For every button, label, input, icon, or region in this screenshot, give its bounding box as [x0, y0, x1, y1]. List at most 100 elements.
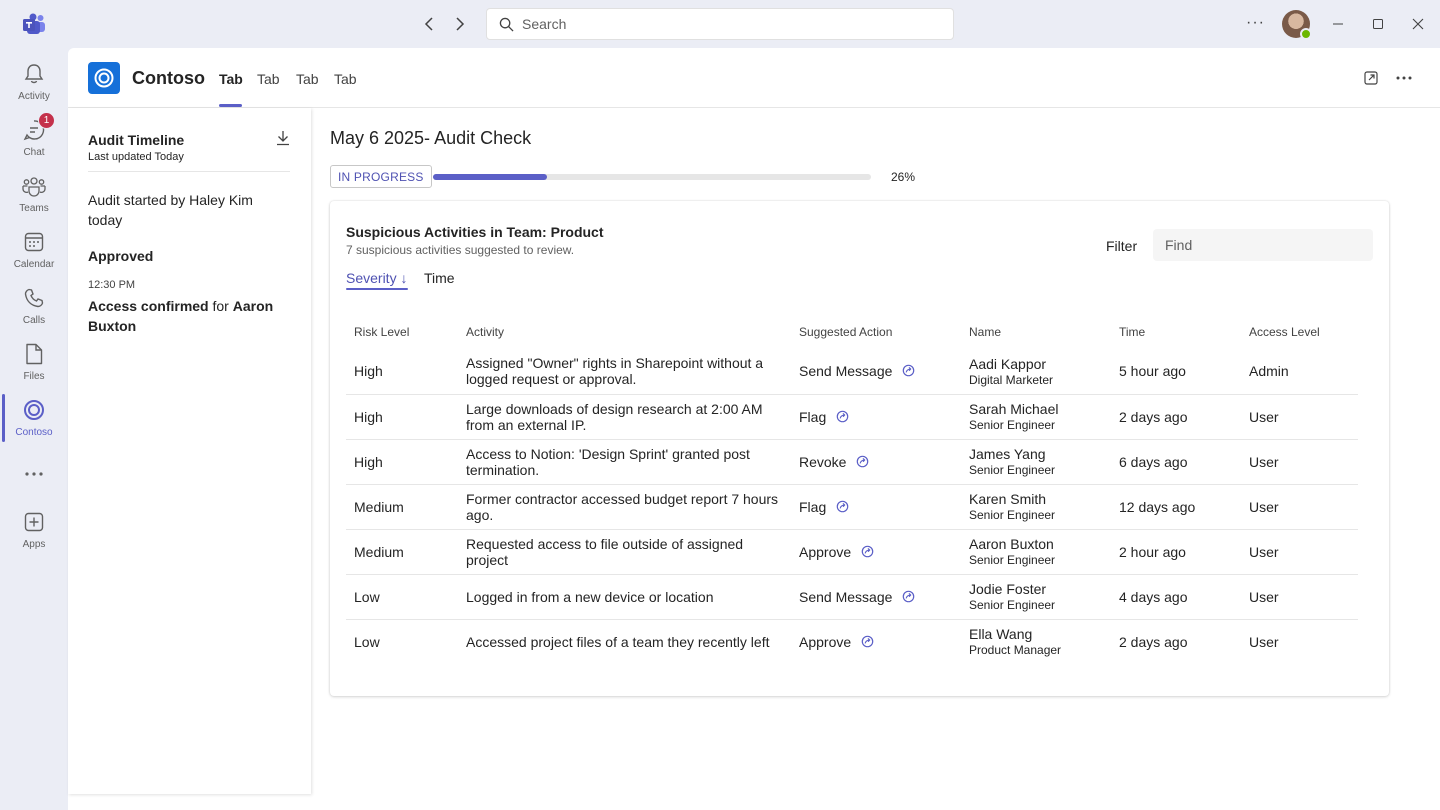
suggested-action-button[interactable]: Approve [799, 634, 961, 650]
name-cell: James Yang Senior Engineer [961, 439, 1111, 485]
suggested-action-button[interactable]: Send Message [799, 363, 961, 379]
close-icon[interactable] [1408, 14, 1428, 34]
person-name[interactable]: Aadi Kappor [969, 356, 1111, 373]
access-level-cell: User [1241, 394, 1358, 440]
rail-item-files[interactable]: Files [0, 338, 68, 390]
column-header[interactable]: Time [1111, 314, 1241, 349]
table-row[interactable]: Low Accessed project files of a team they… [346, 619, 1358, 664]
ai-suggestion-icon [902, 364, 916, 378]
event-action: Access confirmed [88, 298, 209, 314]
app-rail: Activity 1 Chat Teams Calendar Calls Fil… [0, 48, 68, 810]
more-options-icon[interactable] [1394, 68, 1414, 88]
suggested-action-button[interactable]: Send Message [799, 589, 961, 605]
active-sort-indicator [346, 288, 408, 290]
activity-cell: Large downloads of design research at 2:… [458, 394, 791, 440]
page-title: May 6 2025- Audit Check [330, 128, 532, 148]
file-icon [22, 342, 46, 366]
ai-suggestion-icon [861, 635, 875, 649]
rail-item-label: Activity [18, 91, 50, 102]
ai-suggestion-icon [902, 590, 916, 604]
access-level-cell: User [1249, 633, 1279, 650]
avatar[interactable] [1282, 10, 1312, 40]
rail-item-contoso[interactable]: Contoso [0, 394, 68, 446]
search-input[interactable]: Search [486, 8, 954, 40]
progress-fill [433, 174, 547, 180]
suggested-action-button[interactable]: Flag [799, 499, 961, 515]
person-name[interactable]: Jodie Foster [969, 581, 1111, 598]
column-header[interactable]: Activity [458, 314, 791, 349]
rail-item-label: Contoso [15, 427, 53, 438]
column-header[interactable]: Risk Level [346, 314, 458, 349]
suggested-action-cell: Send Message [791, 349, 961, 395]
person-name[interactable]: Karen Smith [969, 491, 1111, 508]
minimize-icon[interactable] [1328, 14, 1348, 34]
rail-item-teams[interactable]: Teams [0, 170, 68, 222]
suggested-action-button[interactable]: Revoke [799, 454, 961, 470]
find-placeholder: Find [1165, 237, 1193, 253]
maximize-icon[interactable] [1368, 14, 1388, 34]
ai-suggestion-icon [861, 545, 875, 559]
settings-more-icon[interactable]: ··· [1246, 14, 1265, 32]
tab-3[interactable]: Tab [296, 71, 319, 87]
person-role: Digital Marketer [969, 372, 1054, 387]
ai-suggestion-icon [836, 410, 850, 424]
activities-table: Risk Level Activity Suggested Action Nam… [346, 314, 1358, 664]
add-app-icon [22, 510, 46, 534]
bell-icon [22, 62, 46, 86]
suggested-action-label: Approve [799, 543, 852, 560]
activity-cell: Access to Notion: 'Design Sprint' grante… [458, 439, 791, 485]
risk-level-cell: Medium [346, 484, 458, 530]
activity-cell: Assigned "Owner" rights in Sharepoint wi… [458, 349, 791, 395]
find-input[interactable]: Find [1153, 229, 1373, 261]
rail-item-activity[interactable]: Activity [0, 58, 68, 110]
suspicious-activities-card: Suspicious Activities in Team: Product 7… [330, 201, 1389, 696]
rail-item-calls[interactable]: Calls [0, 282, 68, 334]
column-header[interactable]: Name [961, 314, 1111, 349]
tab-2[interactable]: Tab [257, 71, 280, 87]
time-cell: 6 days ago [1111, 439, 1241, 485]
rail-item-label: Apps [22, 539, 46, 550]
person-name[interactable]: James Yang [969, 446, 1111, 463]
timeline-started-text: Audit started by Haley Kim today [88, 192, 253, 228]
activity-cell: Requested access to file outside of assi… [458, 529, 791, 575]
suggested-action-label: Flag [799, 498, 827, 515]
suggested-action-cell: Flag [791, 394, 961, 440]
tab-1[interactable]: Tab [219, 71, 243, 87]
back-arrow-icon[interactable] [420, 14, 440, 34]
table-row[interactable]: Medium Former contractor accessed budget … [346, 484, 1358, 530]
progress-bar [433, 174, 871, 180]
table-row[interactable]: Low Logged in from a new device or locati… [346, 574, 1358, 620]
teams-logo-icon[interactable] [22, 13, 46, 35]
rail-item-label: Chat [23, 147, 45, 158]
suggested-action-button[interactable]: Approve [799, 544, 961, 560]
forward-arrow-icon[interactable] [449, 14, 469, 34]
table-row[interactable]: High Access to Notion: 'Design Sprint' gr… [346, 439, 1358, 485]
status-badge: IN PROGRESS [330, 165, 432, 188]
tab-4[interactable]: Tab [334, 71, 357, 87]
rail-item-apps[interactable]: Apps [0, 506, 68, 558]
sort-tab-severity[interactable]: Severity ↓ [346, 270, 407, 286]
name-cell: Ella Wang Product Manager [961, 619, 1111, 664]
person-name[interactable]: Ella Wang [969, 626, 1111, 643]
person-name[interactable]: Aaron Buxton [969, 536, 1111, 553]
rail-item-more[interactable] [0, 458, 68, 490]
person-name[interactable]: Sarah Michael [969, 401, 1111, 418]
table-row[interactable]: High Large downloads of design research a… [346, 394, 1358, 440]
column-header[interactable]: Access Level [1241, 314, 1358, 349]
column-header[interactable]: Suggested Action [791, 314, 961, 349]
contoso-logo-icon [88, 62, 120, 94]
table-row[interactable]: High Assigned "Owner" rights in Sharepoin… [346, 349, 1358, 395]
suggested-action-button[interactable]: Flag [799, 409, 961, 425]
download-icon[interactable] [276, 130, 294, 148]
card-title: Suspicious Activities in Team: Product [346, 224, 604, 240]
active-tab-indicator [219, 104, 242, 107]
suggested-action-cell: Revoke [791, 439, 961, 485]
table-row[interactable]: Medium Requested access to file outside o… [346, 529, 1358, 575]
rail-item-chat[interactable]: 1 Chat [0, 112, 68, 166]
rail-item-calendar[interactable]: Calendar [0, 226, 68, 278]
event-connector: for [208, 298, 233, 314]
pop-out-icon[interactable] [1361, 68, 1381, 88]
sort-tab-time[interactable]: Time [424, 270, 455, 286]
name-cell: Aadi Kappor Digital Marketer [961, 349, 1111, 395]
filter-label: Filter [1106, 238, 1138, 254]
